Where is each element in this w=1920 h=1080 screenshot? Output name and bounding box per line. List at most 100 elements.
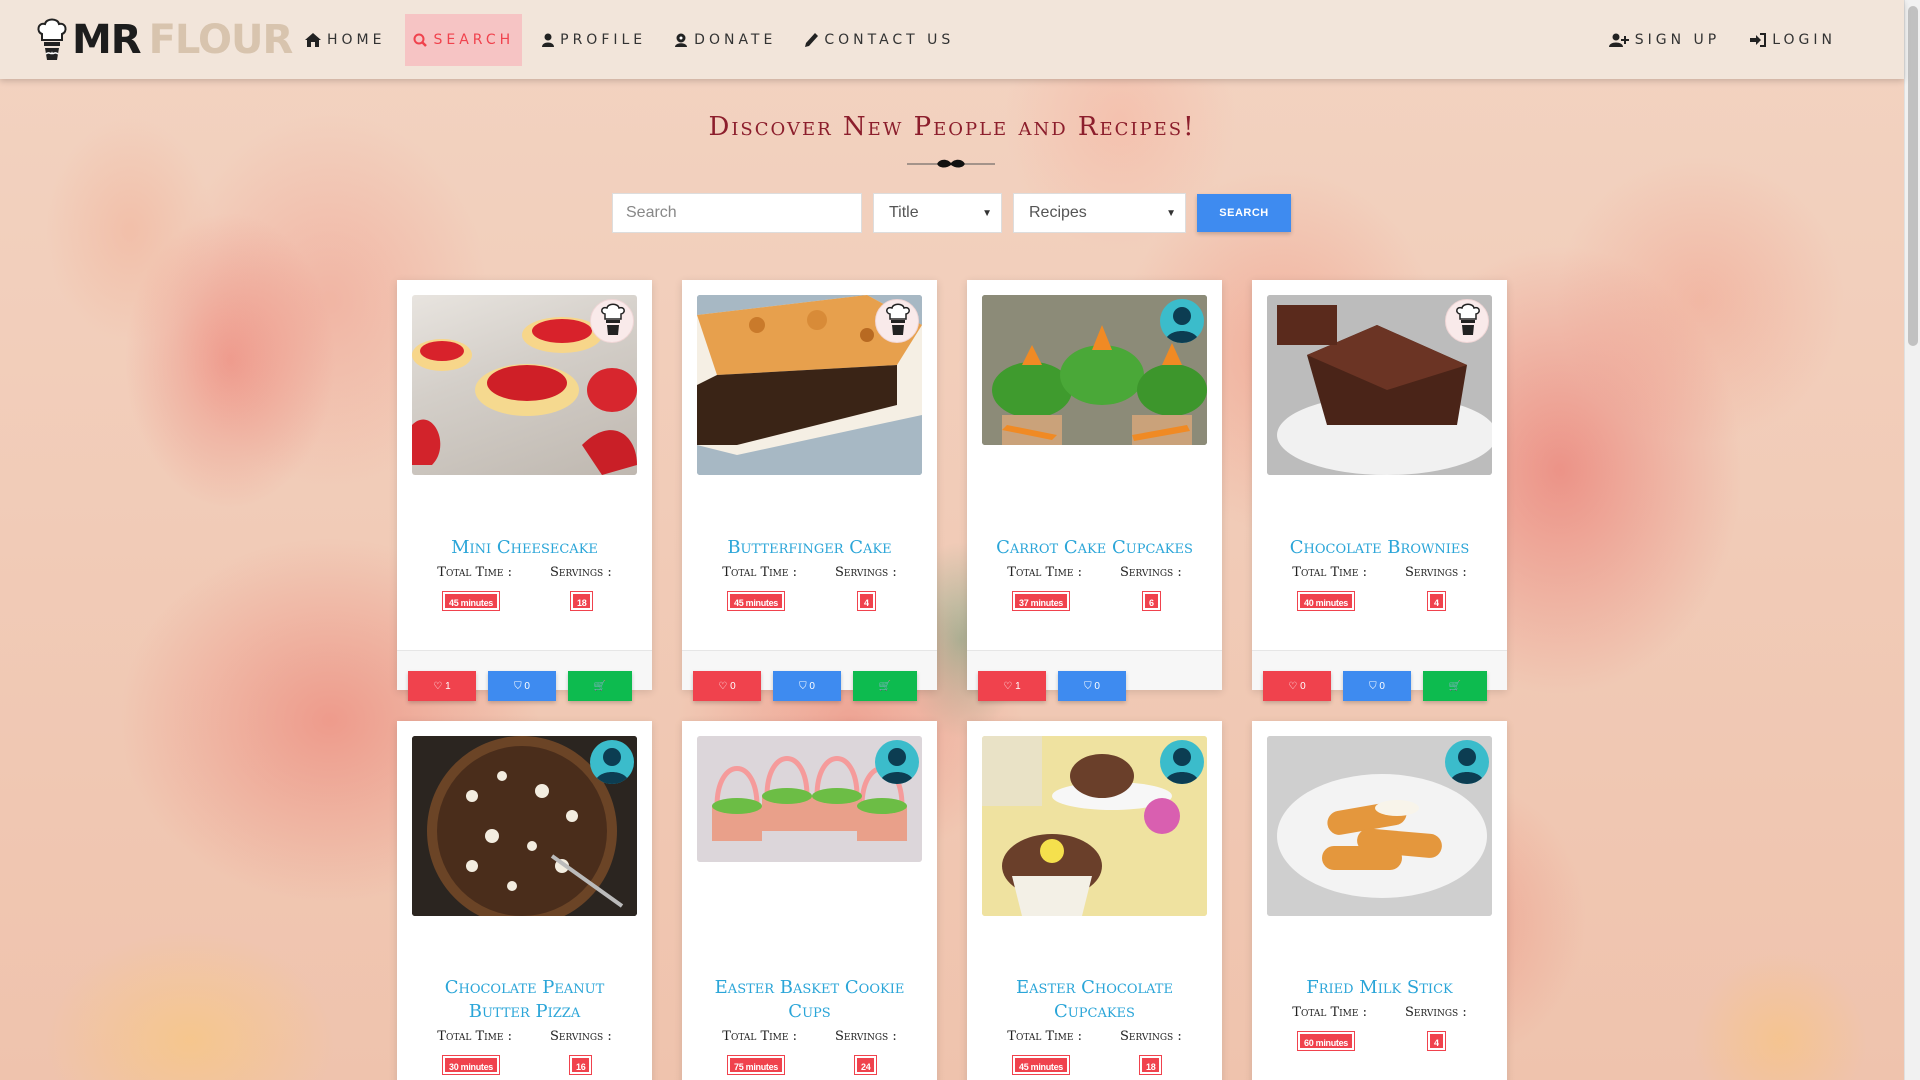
recipe-card[interactable]: Chocolate Brownies Total Time : Servings …	[1252, 280, 1507, 701]
recipe-title[interactable]: Chocolate Peanut Butter Pizza	[397, 976, 652, 1024]
cart-icon: 🛒	[878, 680, 892, 692]
bookmark-icon: ⛉	[1084, 680, 1092, 692]
bookmark-button[interactable]: ⛉ 0	[773, 671, 841, 701]
like-count: 0	[1300, 680, 1306, 692]
recipe-card[interactable]: Fried Milk Stick Total Time : Servings : …	[1252, 721, 1507, 1080]
brand-logo[interactable]: MR FLOUR	[36, 16, 293, 64]
nav-donate-label: DONATE	[694, 32, 777, 48]
bookmark-icon: ⛉	[514, 680, 522, 692]
chef-hat-icon[interactable]	[1445, 299, 1489, 343]
recipe-title[interactable]: Carrot Cake Cupcakes	[967, 536, 1222, 560]
nav-login-label: LOGIN	[1772, 32, 1836, 48]
heart-icon: ♡	[433, 680, 443, 692]
recipe-meta-labels: Total Time : Servings :	[722, 565, 897, 580]
nav-profile-label: PROFILE	[560, 32, 647, 48]
servings-badge: 16	[570, 1056, 592, 1074]
time-badge: 37 minutes	[1013, 592, 1070, 610]
bookmark-count: 0	[809, 680, 815, 692]
recipe-card[interactable]: Chocolate Peanut Butter Pizza Total Time…	[397, 721, 652, 1080]
recipe-card[interactable]: Carrot Cake Cupcakes Total Time : Serving…	[967, 280, 1222, 701]
scrollbar-thumb[interactable]	[1908, 6, 1918, 346]
recipe-title[interactable]: Easter Chocolate Cupcakes	[967, 976, 1222, 1024]
like-button[interactable]: ♡ 0	[693, 671, 761, 701]
time-badge: 45 minutes	[728, 592, 785, 610]
time-badge: 75 minutes	[728, 1056, 785, 1074]
recipe-title[interactable]: Fried Milk Stick	[1252, 976, 1507, 1000]
heart-icon: ♡	[718, 680, 728, 692]
top-navbar: MR FLOUR HOME SEARCH PROFILE DONATE CONTA…	[0, 0, 1904, 79]
servings-badge: 4	[1428, 1032, 1445, 1050]
donate-icon	[675, 33, 688, 47]
bookmark-icon: ⛉	[1369, 680, 1377, 692]
recipe-meta-labels: Total Time : Servings :	[1292, 1005, 1467, 1020]
time-badge: 45 minutes	[443, 592, 500, 610]
time-badge: 30 minutes	[443, 1056, 500, 1074]
recipe-card[interactable]: Butterfinger Cake Total Time : Servings :…	[682, 280, 937, 701]
cart-button[interactable]: 🛒	[1423, 671, 1487, 701]
filter-select-value: Title	[889, 204, 919, 221]
user-avatar-icon[interactable]	[590, 740, 634, 784]
filter-select[interactable]: Title ▼	[873, 193, 1002, 233]
recipe-title[interactable]: Butterfinger Cake	[682, 536, 937, 560]
like-button[interactable]: ♡ 0	[1263, 671, 1331, 701]
chef-hat-icon	[37, 18, 67, 60]
recipe-meta-labels: Total Time : Servings :	[437, 1029, 612, 1044]
time-badge: 45 minutes	[1013, 1056, 1070, 1074]
nav-home-label: HOME	[327, 32, 386, 48]
chef-hat-icon[interactable]	[590, 299, 634, 343]
user-avatar-icon[interactable]	[875, 740, 919, 784]
search-bar: Title ▼ Recipes ▼ SEARCH	[612, 193, 1291, 233]
nav-contact[interactable]: CONTACT US	[796, 14, 962, 66]
recipe-title[interactable]: Chocolate Brownies	[1252, 536, 1507, 560]
recipe-title[interactable]: Easter Basket Cookie Cups	[682, 976, 937, 1024]
search-button[interactable]: SEARCH	[1197, 194, 1291, 232]
recipe-title[interactable]: Mini Cheesecake	[397, 536, 652, 560]
home-icon	[305, 33, 321, 47]
like-count: 1	[1015, 680, 1021, 692]
sign-in-icon	[1750, 33, 1767, 47]
nav-contact-label: CONTACT US	[824, 32, 955, 48]
bookmark-button[interactable]: ⛉ 0	[488, 671, 556, 701]
recipe-card[interactable]: Easter Chocolate Cupcakes Total Time : Se…	[967, 721, 1222, 1080]
nav-search[interactable]: SEARCH	[405, 14, 523, 66]
chef-hat-icon[interactable]	[875, 299, 919, 343]
servings-badge: 4	[858, 592, 875, 610]
recipe-meta-labels: Total Time : Servings :	[437, 565, 612, 580]
recipe-meta-labels: Total Time : Servings :	[1007, 565, 1182, 580]
like-count: 1	[445, 680, 451, 692]
chevron-down-icon: ▼	[982, 207, 992, 219]
bookmark-button[interactable]: ⛉ 0	[1058, 671, 1126, 701]
bookmark-icon: ⛉	[799, 680, 807, 692]
nav-signup[interactable]: SIGN UP	[1601, 14, 1728, 66]
nav-donate[interactable]: DONATE	[666, 14, 784, 66]
nav-home[interactable]: HOME	[297, 14, 393, 66]
mustache-icon	[907, 159, 995, 168]
servings-badge: 6	[1143, 592, 1160, 610]
auth-nav: SIGN UP LOGIN	[1587, 14, 1844, 66]
time-badge: 40 minutes	[1298, 592, 1355, 610]
user-avatar-icon[interactable]	[1445, 740, 1489, 784]
like-button[interactable]: ♡ 1	[978, 671, 1046, 701]
servings-badge: 18	[1140, 1056, 1162, 1074]
like-button[interactable]: ♡ 1	[408, 671, 476, 701]
servings-badge: 18	[571, 592, 593, 610]
servings-badge: 24	[855, 1056, 877, 1074]
user-avatar-icon[interactable]	[1160, 740, 1204, 784]
type-select[interactable]: Recipes ▼	[1013, 193, 1186, 233]
page-title: Discover New People and Recipes!	[708, 112, 1196, 142]
nav-signup-label: SIGN UP	[1634, 32, 1721, 48]
search-input[interactable]	[612, 193, 862, 233]
time-badge: 60 minutes	[1298, 1032, 1355, 1050]
nav-login[interactable]: LOGIN	[1742, 14, 1844, 66]
user-avatar-icon[interactable]	[1160, 299, 1204, 343]
bookmark-button[interactable]: ⛉ 0	[1343, 671, 1411, 701]
recipe-card[interactable]: Mini Cheesecake Total Time : Servings : 4…	[397, 280, 652, 701]
heart-icon: ♡	[1288, 680, 1298, 692]
bookmark-count: 0	[524, 680, 530, 692]
cart-button[interactable]: 🛒	[568, 671, 632, 701]
nav-profile[interactable]: PROFILE	[534, 14, 654, 66]
recipe-card[interactable]: Easter Basket Cookie Cups Total Time : Se…	[682, 721, 937, 1080]
like-count: 0	[730, 680, 736, 692]
cart-button[interactable]: 🛒	[853, 671, 917, 701]
page-scrollbar[interactable]	[1904, 0, 1920, 1080]
